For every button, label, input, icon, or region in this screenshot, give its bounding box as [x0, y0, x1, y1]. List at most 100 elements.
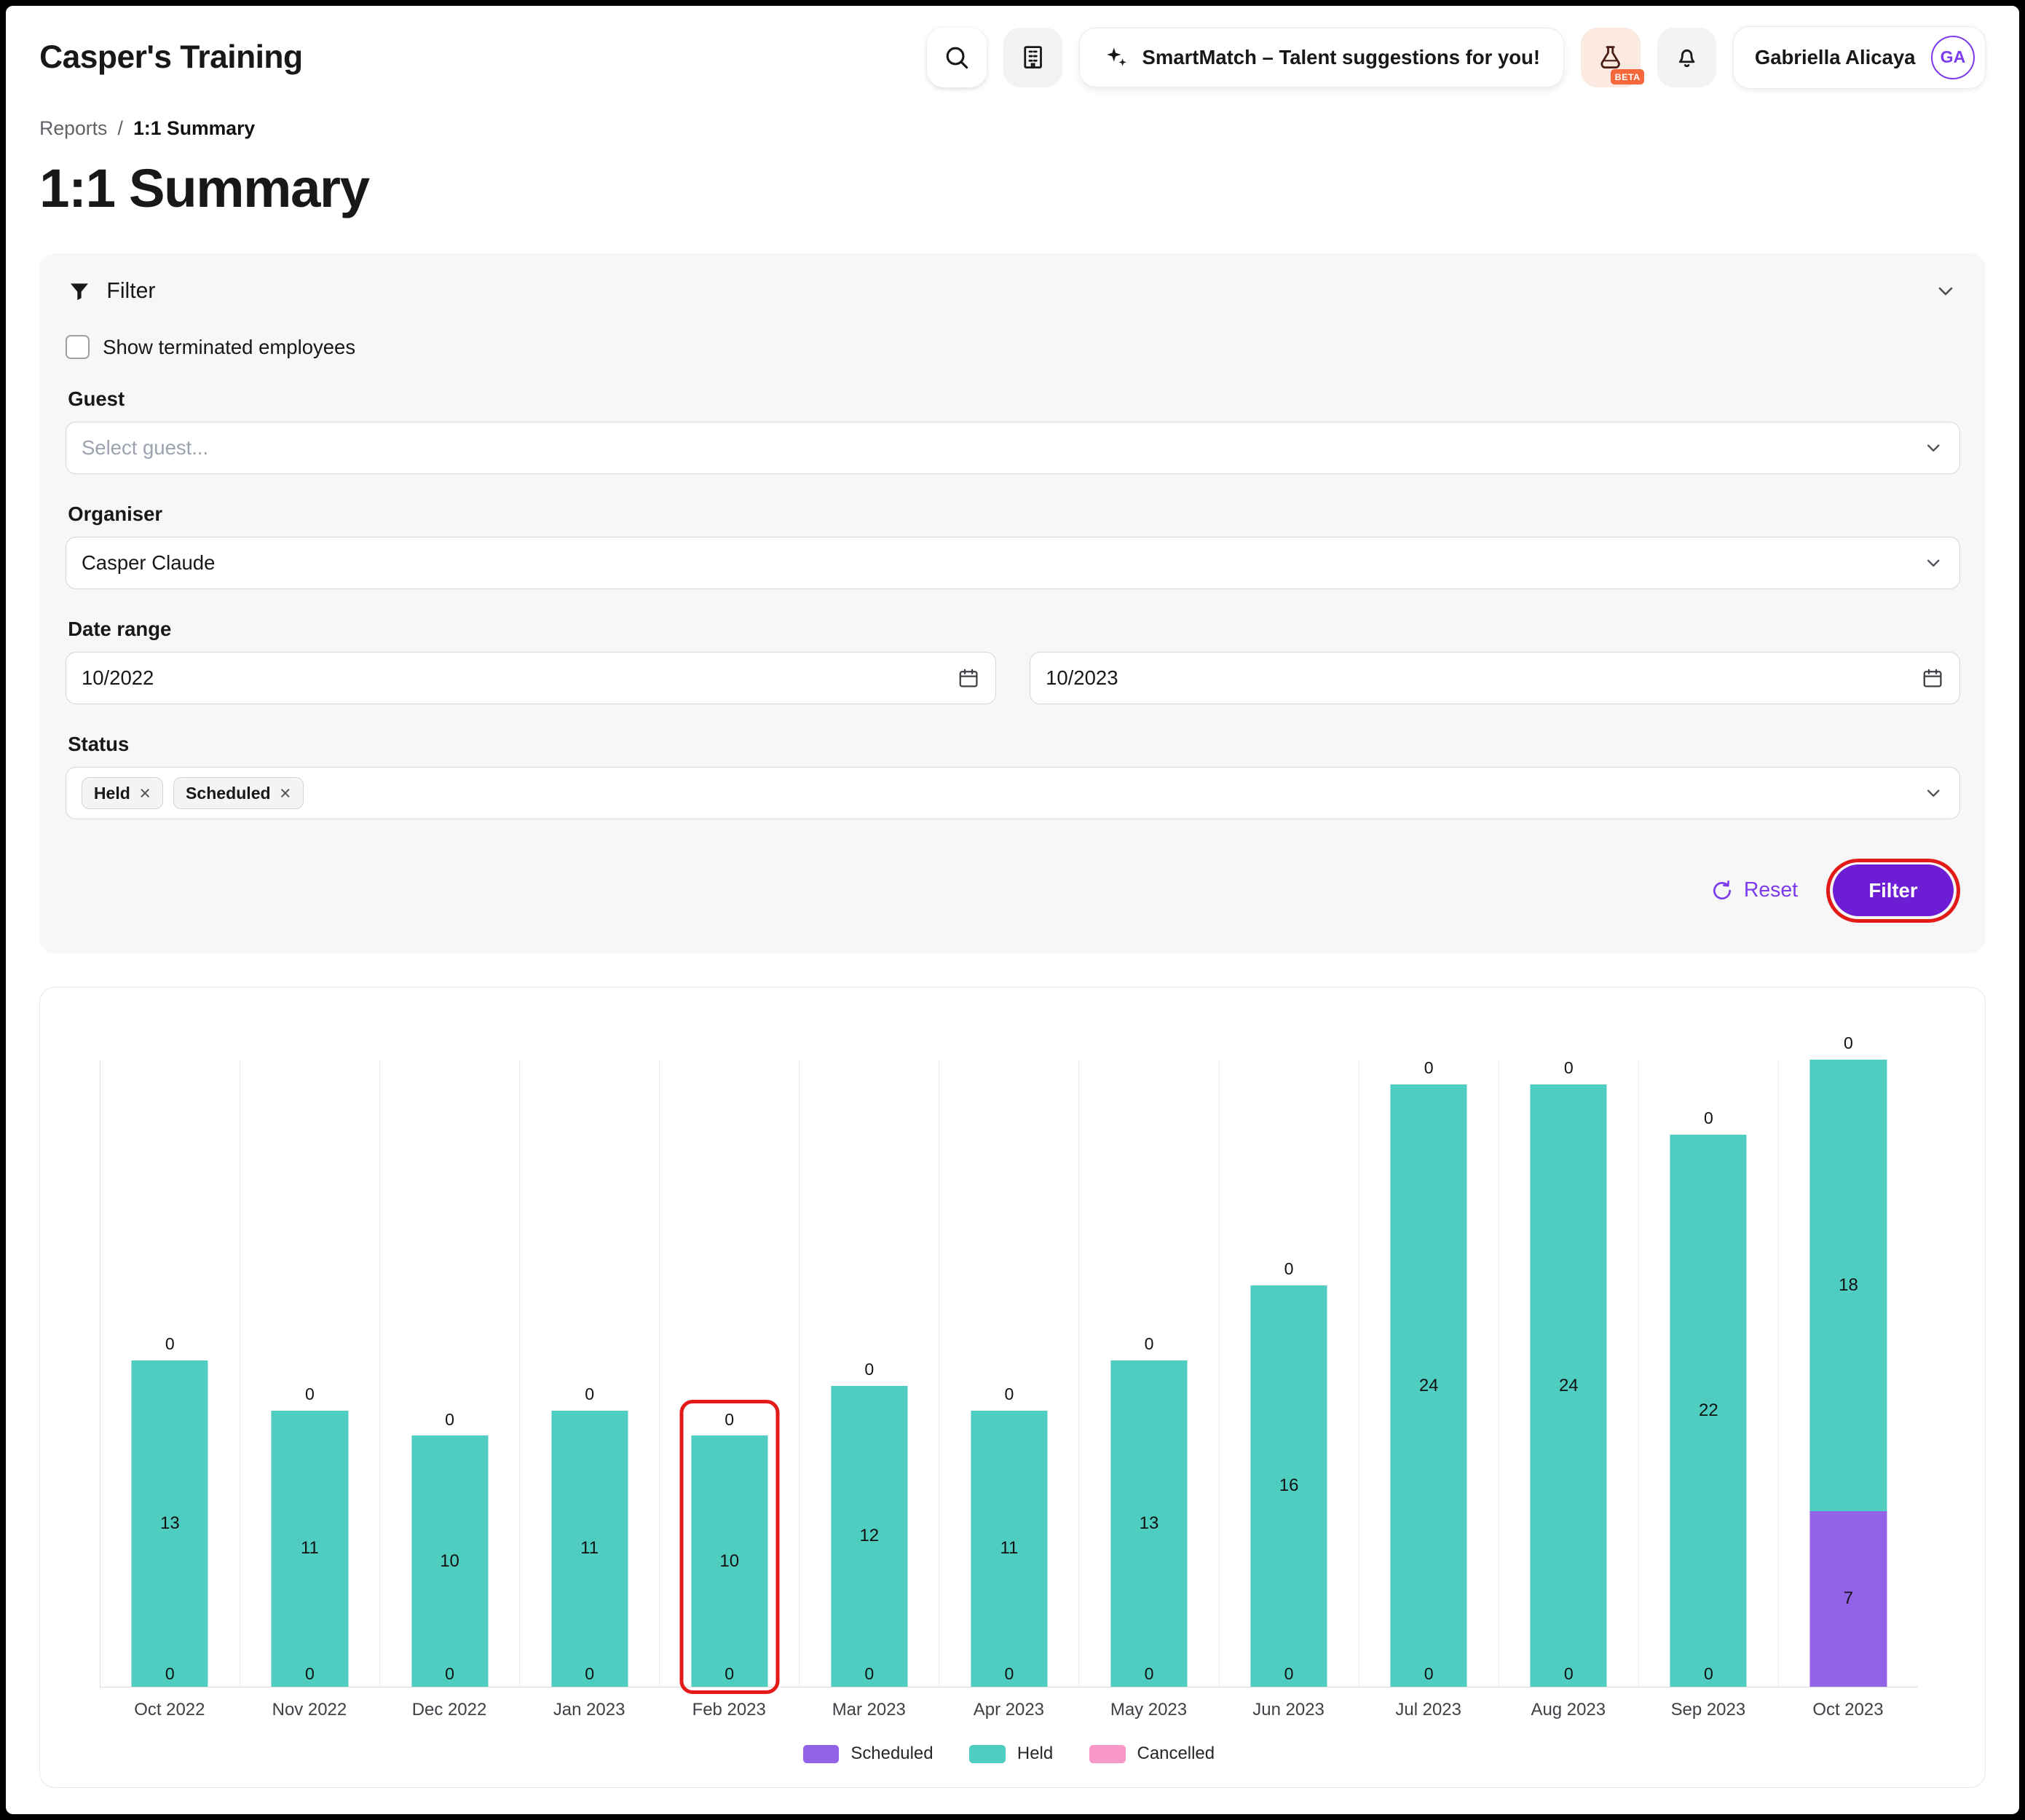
bar-segment-held[interactable]: 24: [1531, 1084, 1607, 1686]
bar-segment-scheduled[interactable]: 7: [1810, 1511, 1887, 1687]
bar-segment-held[interactable]: 13: [1110, 1360, 1187, 1687]
chart-legend: Scheduled Held Cancelled: [100, 1744, 1918, 1764]
close-icon[interactable]: ×: [139, 784, 151, 803]
status-tag-scheduled: Scheduled ×: [173, 777, 304, 808]
legend-item-scheduled[interactable]: Scheduled: [803, 1744, 933, 1764]
guest-select[interactable]: Select guest...: [66, 422, 1960, 475]
legend-label: Held: [1017, 1744, 1053, 1764]
chart-column: 2400: [1499, 1060, 1638, 1687]
close-icon[interactable]: ×: [280, 784, 291, 803]
bar-segment-held[interactable]: 12: [831, 1386, 907, 1687]
bar-top-label: 0: [1639, 1108, 1778, 1128]
bar-segment-held[interactable]: 16: [1251, 1285, 1327, 1687]
legend-swatch: [969, 1745, 1006, 1763]
bar-bottom-label: 0: [1079, 1664, 1218, 1684]
user-menu[interactable]: Gabriella Alicaya GA: [1733, 26, 1986, 88]
status-select[interactable]: Held × Scheduled ×: [66, 767, 1960, 820]
chevron-down-icon[interactable]: [1934, 280, 1957, 303]
bar-top-label: 0: [1220, 1259, 1359, 1279]
sparkle-icon: [1103, 44, 1129, 71]
organiser-value: Casper Claude: [82, 551, 1923, 575]
guest-placeholder: Select guest...: [82, 436, 1923, 460]
bar-aug-2023[interactable]: 24: [1531, 1084, 1607, 1686]
bar-jan-2023[interactable]: 11: [551, 1411, 628, 1687]
bar-bottom-label: 0: [1220, 1664, 1359, 1684]
smartmatch-button[interactable]: SmartMatch – Talent suggestions for you!: [1079, 28, 1564, 87]
annotation-highlight-filter-button: Filter: [1826, 859, 1960, 923]
x-axis-label: Apr 2023: [939, 1700, 1078, 1720]
legend-label: Cancelled: [1137, 1744, 1215, 1764]
date-from-value: 10/2022: [82, 666, 958, 690]
breadcrumb-current: 1:1 Summary: [133, 117, 255, 140]
chart-column: 1100: [939, 1060, 1078, 1687]
bar-segment-held[interactable]: 13: [132, 1360, 208, 1687]
chart-column: 1000: [659, 1060, 799, 1687]
notifications-button[interactable]: [1657, 28, 1717, 87]
bar-top-label: 0: [1499, 1058, 1638, 1078]
bar-segment-held[interactable]: 10: [691, 1435, 767, 1686]
bar-dec-2022[interactable]: 10: [411, 1435, 488, 1686]
bar-bottom-label: 0: [1639, 1664, 1778, 1684]
bar-bottom-label: 0: [100, 1664, 240, 1684]
bar-segment-held[interactable]: 11: [272, 1411, 348, 1687]
search-button[interactable]: [927, 28, 987, 87]
bar-apr-2023[interactable]: 11: [971, 1411, 1047, 1687]
organiser-select[interactable]: Casper Claude: [66, 537, 1960, 590]
breadcrumb-reports[interactable]: Reports: [39, 117, 107, 140]
bar-segment-held[interactable]: 22: [1670, 1135, 1747, 1687]
filter-panel-header[interactable]: Filter: [66, 274, 1960, 309]
bar-bottom-label: 0: [1359, 1664, 1499, 1684]
bar-top-label: 0: [660, 1410, 799, 1430]
bar-mar-2023[interactable]: 12: [831, 1386, 907, 1687]
date-from-input[interactable]: 10/2022: [66, 652, 996, 705]
bar-bottom-label: 0: [939, 1664, 1078, 1684]
user-name: Gabriella Alicaya: [1755, 46, 1916, 69]
organisation-button[interactable]: [1003, 28, 1063, 87]
main-content: Reports / 1:1 Summary 1:1 Summary Filter…: [6, 117, 2019, 1814]
labs-button[interactable]: BETA: [1581, 28, 1641, 87]
bar-jul-2023[interactable]: 24: [1391, 1084, 1467, 1686]
x-axis-label: Oct 2022: [100, 1700, 240, 1720]
bar-segment-held[interactable]: 11: [971, 1411, 1047, 1687]
bar-oct-2022[interactable]: 13: [132, 1360, 208, 1687]
bell-icon: [1673, 44, 1700, 71]
filter-button[interactable]: Filter: [1833, 864, 1954, 916]
app-title: Casper's Training: [39, 39, 302, 76]
bar-segment-held[interactable]: 10: [411, 1435, 488, 1686]
filter-actions: Reset Filter: [66, 859, 1960, 923]
reset-icon: [1710, 879, 1734, 902]
bar-top-label: 0: [1079, 1334, 1218, 1354]
app-window: Casper's Training SmartMatch – Talent su…: [0, 0, 2025, 1820]
status-tag-held: Held ×: [82, 777, 163, 808]
x-axis-label: May 2023: [1078, 1700, 1218, 1720]
bar-segment-held[interactable]: 11: [551, 1411, 628, 1687]
reset-button[interactable]: Reset: [1710, 878, 1798, 902]
chart-column: 2400: [1359, 1060, 1499, 1687]
bar-bottom-label: 0: [520, 1664, 659, 1684]
organiser-label: Organiser: [68, 503, 1960, 526]
legend-item-cancelled[interactable]: Cancelled: [1089, 1744, 1215, 1764]
bar-top-label: 0: [939, 1384, 1078, 1404]
chart-plot: 1300110010001100100012001100130016002400…: [100, 1060, 1918, 1687]
bar-sep-2023[interactable]: 22: [1670, 1135, 1747, 1687]
guest-label: Guest: [68, 387, 1960, 411]
x-axis-label: Jun 2023: [1219, 1700, 1359, 1720]
bar-jun-2023[interactable]: 16: [1251, 1285, 1327, 1687]
legend-item-held[interactable]: Held: [969, 1744, 1053, 1764]
avatar: GA: [1931, 36, 1975, 79]
chart-column: 1600: [1219, 1060, 1359, 1687]
bar-nov-2022[interactable]: 11: [272, 1411, 348, 1687]
date-to-input[interactable]: 10/2023: [1030, 652, 1960, 705]
bar-feb-2023[interactable]: 10: [691, 1435, 767, 1686]
chart-column: 1100: [240, 1060, 379, 1687]
bar-segment-held[interactable]: 24: [1391, 1084, 1467, 1686]
bar-segment-held[interactable]: 18: [1810, 1060, 1887, 1511]
x-axis-label: Mar 2023: [799, 1700, 939, 1720]
bar-may-2023[interactable]: 13: [1110, 1360, 1187, 1687]
x-axis-label: Jul 2023: [1359, 1700, 1499, 1720]
x-axis-label: Feb 2023: [659, 1700, 799, 1720]
bar-oct-2023[interactable]: 187: [1810, 1060, 1887, 1687]
smartmatch-label: SmartMatch – Talent suggestions for you!: [1142, 46, 1541, 69]
show-terminated-checkbox[interactable]: [66, 335, 90, 360]
chart-column: 1870: [1778, 1060, 1918, 1687]
